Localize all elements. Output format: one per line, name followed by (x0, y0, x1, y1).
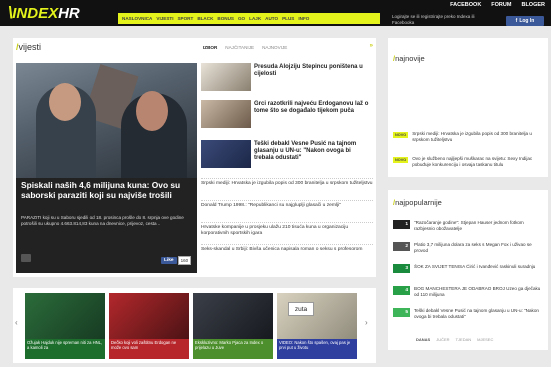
new-badge: NOVO (393, 132, 409, 138)
news-thumbnail (201, 140, 251, 168)
comment-icon[interactable] (21, 254, 31, 262)
chevron-right-icon[interactable]: › (365, 318, 373, 330)
login-prompt: Logirajte se ili registrirajte preko Ind… (392, 14, 475, 25)
nav-go[interactable]: GO (238, 16, 245, 21)
site-logo[interactable]: \ INDEX HR (8, 3, 80, 22)
strip-image (193, 293, 273, 341)
news-item[interactable]: Presuda Alojziju Stepincu poništena u ci… (201, 63, 373, 93)
strip-caption[interactable]: Ožujak Hajduk nije spreman niti za HNL, … (25, 339, 105, 359)
strip-caption[interactable]: VIDEO: Nakon što spašen, ovaj pas je prv… (277, 339, 357, 359)
section-heading: /najpopularnije (393, 198, 442, 207)
chevron-left-icon[interactable]: ‹ (15, 318, 23, 330)
like-count: 160 (177, 256, 192, 265)
nav-vijesti[interactable]: VIJESTI (156, 16, 173, 21)
nav-sport[interactable]: SPORT (177, 16, 193, 21)
vijesti-panel: /vijesti IZBOR NAJČITANIJE NAJNOVIJE » S… (13, 38, 376, 277)
hero-image (16, 63, 197, 178)
logo-name: INDEX (12, 4, 59, 22)
strip-item[interactable]: Ožujak Hajduk nije spreman niti za HNL, … (25, 293, 105, 359)
hero-article[interactable]: Spiskali naših 4,6 milijuna kuna: Ovo su… (16, 63, 197, 273)
strip-image (25, 293, 105, 341)
news-title[interactable]: Teški debakl Vesne Pusić na tajnom glasa… (254, 141, 372, 162)
util-link-forum[interactable]: FORUM (491, 2, 511, 8)
list-item-text[interactable]: BOG MANCHESTERA JE ODABRAO BROJ Uzeo ga … (414, 286, 545, 297)
tab-mjesec[interactable]: MJESEC (477, 337, 493, 342)
facebook-login-button[interactable]: f Log In (506, 16, 544, 26)
tab-najnovije[interactable]: NAJNOVIJE (262, 45, 287, 50)
section-heading-text: najnovije (395, 54, 425, 63)
zuta-label: zuta (288, 302, 314, 316)
strip-item[interactable]: Dečko koji voli zaštitnu Erdogan ne može… (109, 293, 189, 359)
nav-bonus[interactable]: BONUS (217, 16, 234, 21)
strip-caption[interactable]: Dečko koji voli zaštitnu Erdogan ne može… (109, 339, 189, 359)
facebook-like[interactable]: Like 160 (161, 256, 192, 265)
utility-nav: FACEBOOK FORUM BLOGER (450, 2, 545, 8)
hero-title[interactable]: Spiskali naših 4,6 milijuna kuna: Ovo su… (21, 180, 191, 200)
tab-izbor[interactable]: IZBOR (203, 45, 217, 50)
main-nav: NASLOVNICA VIJESTI SPORT BLACK BONUS GO … (118, 13, 380, 24)
najpopularnije-panel: /najpopularnije 1 "Razočaranje godine": … (388, 190, 548, 350)
news-link[interactable]: Srpski mediji: Hrvatska je izgubila popi… (201, 178, 373, 187)
news-link[interactable]: Hrvatske kompanije u prosjeku ulažu 210 … (201, 222, 373, 237)
list-item-text[interactable]: "Razočaranje godine": Stjepan Hauser jed… (414, 220, 545, 231)
list-item-text[interactable]: Teški debakl Vesne Pusić na tajnom glasa… (414, 308, 545, 319)
like-button[interactable]: Like (161, 257, 177, 264)
rank-badge: 2 (393, 242, 410, 251)
news-link[interactable]: Seks-skandal u Srbiji: Bivša učenica nap… (201, 244, 373, 253)
news-item[interactable]: Grci razotkrili najveću Erdoganovu laž o… (201, 100, 373, 130)
rank-badge: 3 (393, 264, 410, 273)
vijesti-tabs: IZBOR NAJČITANIJE NAJNOVIJE (203, 45, 287, 50)
tab-najcitanije[interactable]: NAJČITANIJE (225, 45, 254, 50)
news-title[interactable]: Presuda Alojziju Stepincu poništena u ci… (254, 64, 372, 78)
strip-item[interactable]: Ekskluzivno: Marko Pjaca za Index o prij… (193, 293, 273, 359)
nav-naslovnica[interactable]: NASLOVNICA (122, 16, 152, 21)
list-item[interactable]: 3 ŠOK ZA SVIJET TENISA Ćirić i Ivanđević… (393, 264, 545, 273)
list-item-text[interactable]: Ovo je službeno najljepši muškarac na sv… (412, 156, 545, 167)
news-item[interactable]: Teški debakl Vesne Pusić na tajnom glasa… (201, 140, 373, 170)
list-item-text[interactable]: Srpski mediji: Hrvatska je izgubila popi… (412, 131, 545, 142)
tab-jucer[interactable]: JUČER (436, 337, 449, 342)
list-item-text[interactable]: ŠOK ZA SVIJET TENISA Ćirić i Ivanđević r… (414, 264, 535, 273)
list-item[interactable]: NOVO Ovo je službeno najljepši muškarac … (393, 156, 545, 167)
util-link-bloger[interactable]: BLOGER (521, 2, 545, 8)
rank-badge: 4 (393, 286, 410, 295)
new-badge: NOVO (393, 157, 409, 163)
section-heading: /vijesti (16, 42, 42, 52)
section-heading: /najnovije (393, 54, 425, 63)
list-item[interactable]: 5 Teški debakl Vesne Pusić na tajnom gla… (393, 308, 545, 319)
tab-tjedan[interactable]: TJEDAN (456, 337, 472, 342)
featured-strip: ‹ Ožujak Hajduk nije spreman niti za HNL… (13, 288, 376, 363)
nav-auto[interactable]: AUTO (265, 16, 278, 21)
list-item[interactable]: NOVO Srpski mediji: Hrvatska je izgubila… (393, 131, 545, 142)
section-heading-text: vijesti (18, 42, 42, 52)
strip-image (109, 293, 189, 341)
hero-text: PARAZITI koji su u Saboru sjedili od 18.… (21, 215, 184, 227)
top-bar: \ INDEX HR FACEBOOK FORUM BLOGER NASLOVN… (0, 0, 551, 26)
list-item-text[interactable]: Platio 3,7 milijuna dolara za seks s Meg… (414, 242, 545, 253)
tab-danas[interactable]: DANAS (416, 337, 430, 342)
facebook-icon: f (515, 18, 518, 24)
facebook-login-label: Log In (519, 18, 535, 24)
rank-badge: 5 (393, 308, 410, 317)
chevron-right-icon[interactable]: » (370, 43, 373, 49)
list-item[interactable]: 4 BOG MANCHESTERA JE ODABRAO BROJ Uzeo g… (393, 286, 545, 297)
util-link-facebook[interactable]: FACEBOOK (450, 2, 481, 8)
nav-lajk[interactable]: LAJK (249, 16, 261, 21)
section-heading-text: najpopularnije (395, 198, 442, 207)
list-item[interactable]: 2 Platio 3,7 milijuna dolara za seks s M… (393, 242, 545, 253)
strip-image (277, 293, 357, 341)
najnovije-panel: /najnovije NOVO Srpski mediji: Hrvatska … (388, 38, 548, 177)
strip-caption[interactable]: Ekskluzivno: Marko Pjaca za Index o prij… (193, 339, 273, 359)
list-item[interactable]: 1 "Razočaranje godine": Stjepan Hauser j… (393, 220, 545, 231)
popular-tabs: DANAS JUČER TJEDAN MJESEC (416, 337, 493, 342)
rank-badge: 1 (393, 220, 410, 229)
nav-info[interactable]: INFO (298, 16, 309, 21)
news-thumbnail (201, 63, 251, 91)
news-title[interactable]: Grci razotkrili najveću Erdoganovu laž o… (254, 101, 372, 115)
logo-suffix: HR (58, 4, 80, 22)
news-thumbnail (201, 100, 251, 128)
nav-black[interactable]: BLACK (197, 16, 213, 21)
nav-plus[interactable]: PLUS (282, 16, 294, 21)
news-link[interactable]: Donald Trump 1998.: "Republikanci su naj… (201, 200, 373, 209)
